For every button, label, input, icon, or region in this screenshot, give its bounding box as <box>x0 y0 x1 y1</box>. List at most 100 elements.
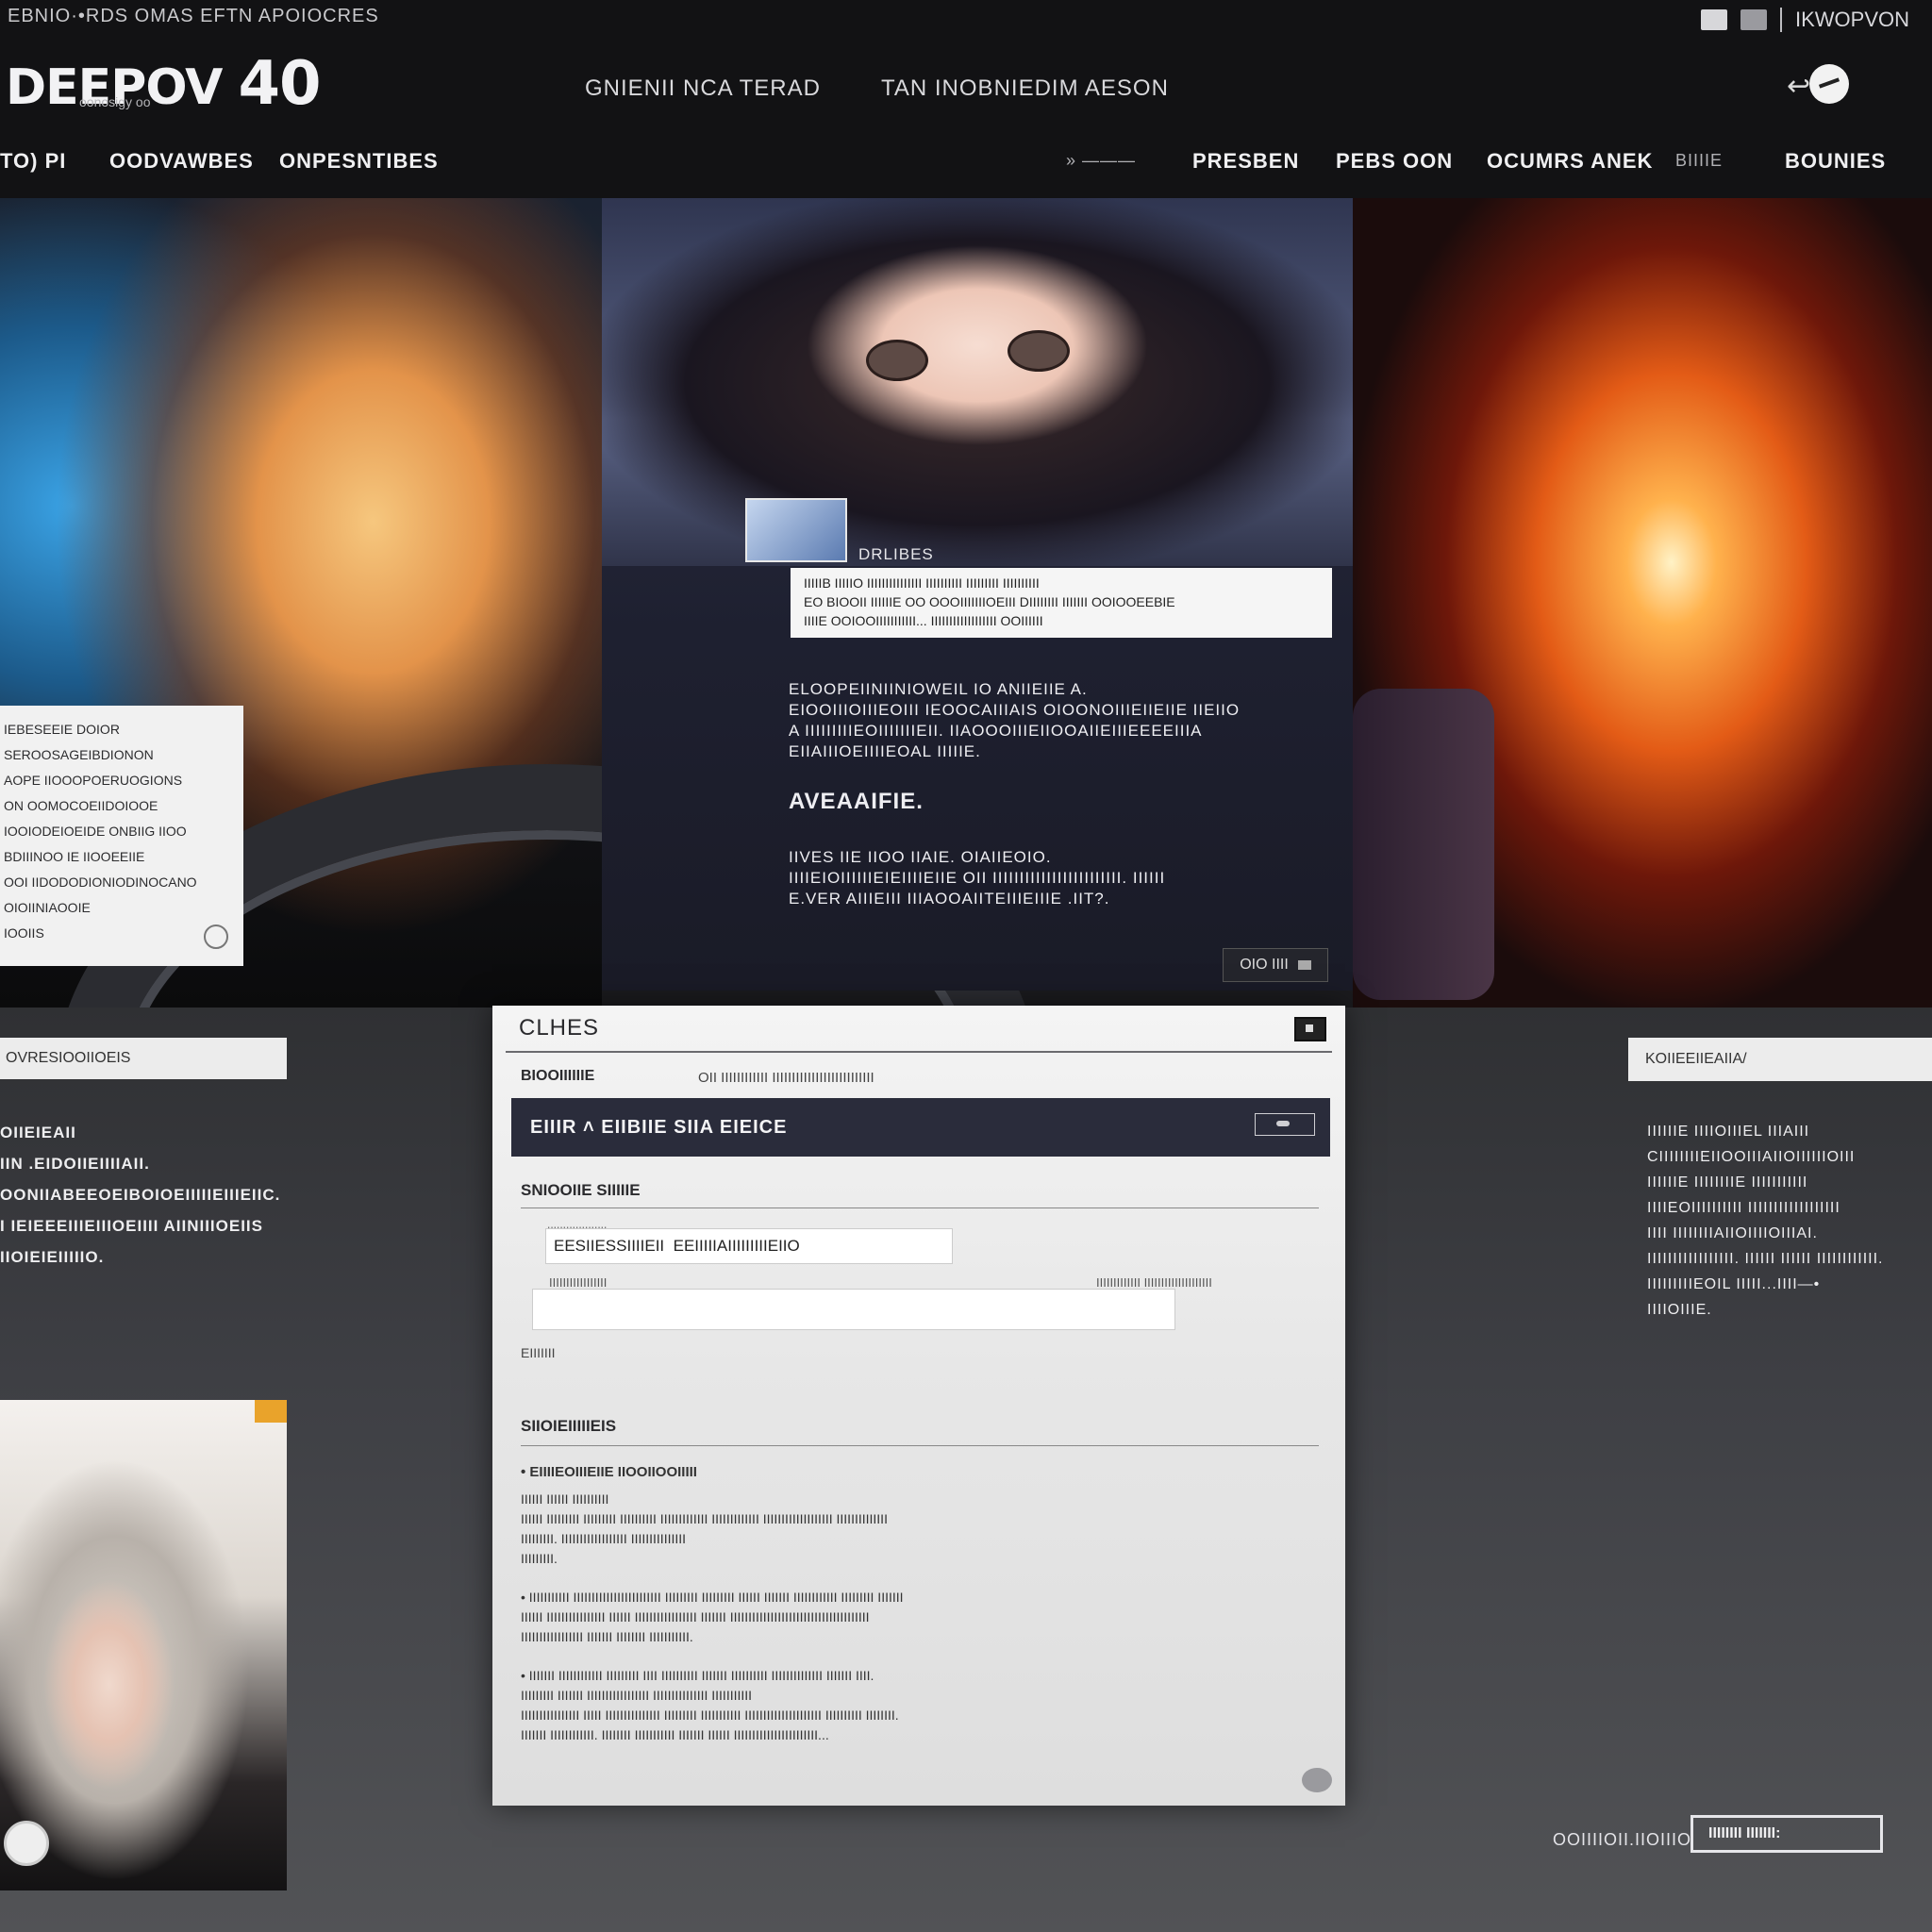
list-item[interactable]: IIII IIIIIIIIAIIOIIIIOIIIAI. <box>1647 1221 1930 1246</box>
window-icon[interactable] <box>1740 9 1767 30</box>
card-line: SEROOSAGEIBDIONON <box>4 747 154 762</box>
nav-item-pebs[interactable]: PEBS OON <box>1336 149 1453 174</box>
logo[interactable]: DEEPOV 40 <box>6 49 322 119</box>
nav-item-bounies[interactable]: BOUNIES <box>1785 149 1886 174</box>
card-line: OIOIINIAOOIE <box>4 900 91 915</box>
text-field-2[interactable] <box>532 1289 1175 1330</box>
dialog: CLHES BIOOIIIIIIE OII IIIIIIIIIIII IIIII… <box>492 1006 1345 1806</box>
dialog-item: • IIIIIIIIIII IIIIIIIIIIIIIIIIIIIIIIII I… <box>521 1588 1319 1647</box>
profile-card-image[interactable] <box>0 1400 287 1890</box>
portrait-eye-left <box>866 340 928 381</box>
left-list: OIIEIEAII IIN .EIDOIIEIIIIAII. OONIIABEE… <box>0 1117 302 1273</box>
article-line: IIVES IIE IIOO IIAIE. OIAIIEOIO. <box>789 848 1052 866</box>
thumbnail-image[interactable] <box>745 498 847 562</box>
text-field-1[interactable] <box>545 1228 953 1264</box>
dialog-items: • EIIIIEOIIIEIIE IIOOIIOOIIIII IIIIII II… <box>521 1462 1319 1764</box>
card-line: ON OOMOCOEIIDOIOOE <box>4 798 158 813</box>
nav-item-2[interactable]: OODVAWBES <box>109 149 254 174</box>
dialog-item-line: IIIIIIIII. <box>521 1551 558 1566</box>
nav-dim-item[interactable]: » ——— <box>1066 151 1136 171</box>
hero-panel-right[interactable] <box>1353 198 1932 1008</box>
article-heading: AVEAAIFIE. <box>789 789 924 814</box>
nav-item-1[interactable]: TO) PI <box>0 149 66 174</box>
list-item[interactable]: IIIIEOIIIIIIIIII IIIIIIIIIIIIIIIIII <box>1647 1195 1930 1221</box>
quote-line: EO BIOOII IIIIIIE OO OOOIIIIIIIOEIII DII… <box>804 594 1175 609</box>
section-heading-1: SNIOOIIE SIIIIIE <box>521 1181 641 1199</box>
dialog-tab-2[interactable]: OII IIIIIIIIIIII IIIIIIIIIIIIIIIIIIIIIII… <box>698 1070 874 1086</box>
nav-item-presben[interactable]: PRESBEN <box>1192 149 1299 174</box>
tag-icon <box>255 1400 287 1423</box>
list-item[interactable]: IIIIIIIIIIIIIIIII. IIIIII IIIIII IIIIIII… <box>1647 1246 1930 1272</box>
field-label-2: IIIIIIIIIIIIIIIII <box>549 1275 608 1290</box>
dialog-tab-1[interactable]: BIOOIIIIIIE <box>521 1068 594 1085</box>
header-link-2[interactable]: TAN INOBNIEDIM AESON <box>881 75 1169 102</box>
dialog-title: CLHES <box>519 1015 600 1041</box>
dialog-section-bar[interactable]: EIIIR ˄ EIIBIIE SIIA EIEICE <box>511 1098 1330 1157</box>
article-line: EIIAIIIOEIIIIEOAL IIIIIE. <box>789 742 981 760</box>
section-heading-2: SIIOIEIIIIIEIS <box>521 1417 617 1435</box>
list-item[interactable]: IIIIIIE IIIIOIIIEL IIIAIII <box>1647 1119 1930 1144</box>
dialog-item-line: • IIIIIII IIIIIIIIIIII IIIIIIIII IIII II… <box>521 1668 874 1683</box>
quote-line: IIIIE OOIOOIIIIIIIIIII... IIIIIIIIIIIIII… <box>804 613 1043 628</box>
arm-silhouette <box>1353 689 1494 1000</box>
nav-item-ocumrs[interactable]: OCUMRS ANEK <box>1487 149 1653 174</box>
dialog-item-line: IIIIIIIIIIIIIIII IIIII IIIIIIIIIIIIIII I… <box>521 1707 899 1723</box>
dialog-item-line: IIIIIII IIIIIIIIIIII. IIIIIIII IIIIIIIII… <box>521 1727 829 1742</box>
list-item[interactable]: OONIIABEEOEIBOIOEIIIIIEIIIEIIC. <box>0 1179 302 1210</box>
badge-label: OIO IIII <box>1240 957 1289 973</box>
logo-number: 40 <box>238 49 321 119</box>
portrait-eye-right <box>1008 330 1070 372</box>
dialog-item-line: IIIIII IIIIIIIII IIIIIIIII IIIIIIIIII II… <box>521 1511 888 1526</box>
media-badge[interactable]: OIO IIII <box>1223 948 1328 982</box>
dialog-item-line: • IIIIIIIIIII IIIIIIIIIIIIIIIIIIIIIIII I… <box>521 1590 904 1605</box>
list-item[interactable]: CIIIIIIIIEIIOOIIIAIIOIIIIIIOIII <box>1647 1144 1930 1170</box>
clock-icon <box>4 1821 49 1866</box>
share-icon[interactable]: ↩ <box>1787 70 1810 103</box>
list-item[interactable]: IIIIIIE IIIIIIIIE IIIIIIIIIII <box>1647 1170 1930 1195</box>
footer-button[interactable]: IIIIIIII IIIIIII: <box>1690 1815 1883 1853</box>
right-list: IIIIIIE IIIIOIIIEL IIIAIII CIIIIIIIIEIIO… <box>1647 1119 1930 1323</box>
right-tab[interactable]: KOIIEEIIEAIIA/ <box>1628 1038 1932 1081</box>
header-link-1[interactable]: GNIENII NCA TERAD <box>585 75 821 102</box>
dialog-item-line: IIIIII IIIIIIIIIIIIIIII IIIIII IIIIIIIII… <box>521 1609 870 1624</box>
user-icon[interactable] <box>1809 64 1849 104</box>
list-item[interactable]: I IEIEEEIIIEIIIOEIIII AIINIIIOEIIS <box>0 1210 302 1241</box>
account-link[interactable]: IKWOPVON <box>1795 8 1909 32</box>
dialog-item-line: IIIIIIIIIIIIIIIII IIIIIII IIIIIIII IIIII… <box>521 1629 693 1644</box>
card-line: AOPE IIOOOPOERUOGIONS <box>4 773 183 788</box>
folder-icon[interactable] <box>1700 9 1727 30</box>
left-tab[interactable]: OVRESIOOIIOEIS <box>0 1038 287 1079</box>
help-icon[interactable] <box>1302 1768 1332 1792</box>
article-line: A IIIIIIIIIEOIIIIIIIEII. IIAOOOIIIEIIOOA… <box>789 722 1203 740</box>
top-tiny-text: EBNIO·•RDS OMAS EFTN APOIOCRES <box>8 6 379 26</box>
article-line: E.VER AIIIEIII IIIAOOAIITEIIIEIIIE .IIT?… <box>789 890 1110 908</box>
toggle-icon[interactable] <box>1255 1113 1315 1136</box>
close-icon[interactable] <box>1294 1017 1326 1041</box>
top-right-controls: IKWOPVON <box>1700 8 1909 32</box>
hero-panel-center[interactable]: DRLIBES IIIIIB IIIIIO IIIIIIIIIIIIIII II… <box>602 198 1353 991</box>
list-item[interactable]: IIOIEIEIIIIIO. <box>0 1241 302 1273</box>
divider <box>506 1051 1332 1053</box>
nav-item-3[interactable]: ONPESNTIBES <box>279 149 439 174</box>
image-icon <box>1297 960 1311 970</box>
quote-box: IIIIIB IIIIIO IIIIIIIIIIIIIII IIIIIIIIII… <box>791 568 1332 638</box>
thumbnail-label: DRLIBES <box>858 545 934 563</box>
list-item[interactable]: IIIIOIIIE. <box>1647 1297 1930 1323</box>
card-line: IOOIODEIOEIDE ONBIIG IIOO <box>4 824 187 839</box>
list-item[interactable]: IIN .EIDOIIEIIIIAII. <box>0 1148 302 1179</box>
divider <box>1779 8 1782 32</box>
card-line: IEBESEEIE DOIOR <box>4 722 120 737</box>
dialog-item: • IIIIIII IIIIIIIIIIII IIIIIIIII IIII II… <box>521 1666 1319 1745</box>
dialog-item-line: IIIIII IIIIII IIIIIIIIII <box>521 1491 609 1507</box>
dialog-item: • EIIIIEOIIIEIIE IIOOIIOOIIIII IIIIII II… <box>521 1462 1319 1569</box>
dialog-item-line: IIIIIIIII IIIIIII IIIIIIIIIIIIIIIII IIII… <box>521 1688 753 1703</box>
small-label: EIIIIIII <box>521 1345 556 1360</box>
list-item[interactable]: OIIEIEAII <box>0 1117 302 1148</box>
more-icon[interactable] <box>204 924 228 949</box>
field-hint-2: IIIIIIIIIIIII IIIIIIIIIIIIIIIIIIII <box>1096 1275 1212 1290</box>
list-item[interactable]: IIIIIIIIIEOIL IIIII...IIII—• <box>1647 1272 1930 1297</box>
quote-line: IIIIIB IIIIIO IIIIIIIIIIIIIII IIIIIIIIII… <box>804 575 1040 591</box>
nav-item-biiiie[interactable]: BIIIIE <box>1675 151 1723 171</box>
article-line: EIOOIIIOIIIEOIII IEOOCAIIIAIS OIOONOIIIE… <box>789 701 1241 719</box>
logo-subtitle: oonosigy oo <box>79 94 151 109</box>
